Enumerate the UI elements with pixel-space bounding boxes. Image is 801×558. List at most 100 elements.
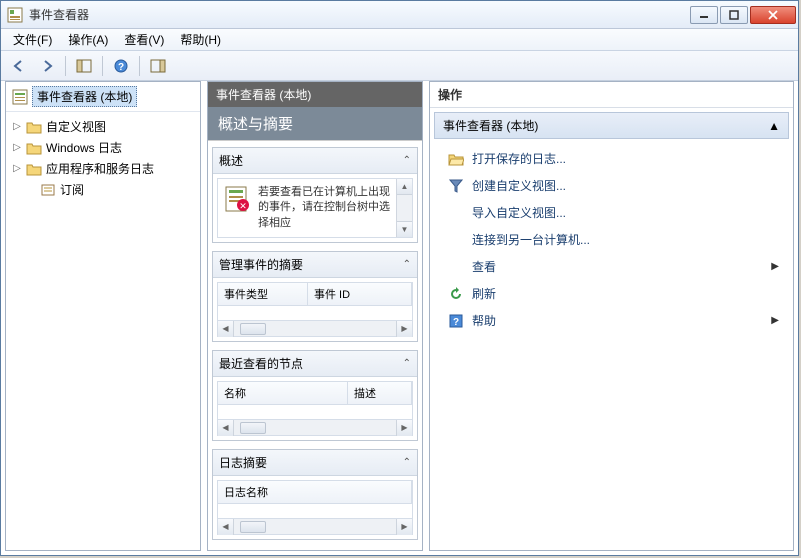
tree-node-windows-logs[interactable]: ▷ Windows 日志 (8, 137, 198, 158)
center-pane: 事件查看器 (本地) 概述与摘要 概述 ⌃ ✕ 若要查看已在计算机上出现的事件，… (207, 81, 423, 551)
actions-group-header[interactable]: 事件查看器 (本地) ▲ (434, 112, 789, 139)
maximize-button[interactable] (720, 6, 748, 24)
tree-label: 订阅 (60, 181, 84, 198)
window-controls (690, 6, 796, 24)
close-button[interactable] (750, 6, 796, 24)
collapse-icon: ⌃ (403, 358, 411, 369)
folder-icon (26, 119, 42, 135)
scroll-down-button[interactable]: ▼ (397, 221, 412, 237)
tree-node-app-service-logs[interactable]: ▷ 应用程序和服务日志 (8, 158, 198, 179)
section-recent-nodes: 最近查看的节点 ⌃ 名称 描述 ◀ (212, 350, 418, 441)
menu-view[interactable]: 查看(V) (116, 29, 172, 50)
section-header-log[interactable]: 日志摘要 ⌃ (213, 450, 417, 476)
section-label: 最近查看的节点 (219, 355, 303, 372)
action-connect-computer[interactable]: 连接到另一台计算机... (434, 226, 789, 253)
tree-node-custom-views[interactable]: ▷ 自定义视图 (8, 116, 198, 137)
collapse-icon: ▲ (768, 119, 780, 133)
col-name[interactable]: 名称 (218, 382, 348, 404)
action-create-custom-view[interactable]: 创建自定义视图... (434, 172, 789, 199)
scroll-up-button[interactable]: ▲ (397, 179, 412, 195)
expand-icon[interactable]: ▷ (12, 143, 22, 153)
collapse-icon: ⌃ (403, 155, 411, 166)
col-event-type[interactable]: 事件类型 (218, 283, 308, 305)
center-body: 概述 ⌃ ✕ 若要查看已在计算机上出现的事件，请在控制台树中选择相应 ▲ ▼ (208, 141, 422, 550)
menu-action[interactable]: 操作(A) (60, 29, 116, 50)
center-title: 概述与摘要 (208, 107, 422, 141)
h-scrollbar[interactable]: ◀ ▶ (218, 518, 412, 534)
section-label: 日志摘要 (219, 454, 267, 471)
tree-node-subscriptions[interactable]: 订阅 (8, 179, 198, 200)
h-scrollbar[interactable]: ◀ ▶ (218, 320, 412, 336)
window-frame: 事件查看器 文件(F) 操作(A) 查看(V) 帮助(H) ? 事件查看器 (本… (0, 0, 799, 556)
menubar: 文件(F) 操作(A) 查看(V) 帮助(H) (1, 29, 798, 51)
toolbar-separator (102, 56, 103, 76)
main-area: 事件查看器 (本地) ▷ 自定义视图 ▷ Windows 日志 ▷ 应用程序和服… (5, 81, 794, 551)
scroll-thumb[interactable] (240, 422, 266, 434)
action-label: 创建自定义视图... (472, 177, 566, 194)
scroll-left-button[interactable]: ◀ (218, 420, 234, 436)
folder-icon (26, 161, 42, 177)
overview-text: 若要查看已在计算机上出现的事件，请在控制台树中选择相应 (258, 185, 406, 231)
action-label: 帮助 (472, 312, 496, 329)
show-hide-action-button[interactable] (146, 55, 170, 77)
tree-label: Windows 日志 (46, 139, 122, 156)
actions-group-label: 事件查看器 (本地) (443, 117, 538, 134)
section-log-summary: 日志摘要 ⌃ 日志名称 ◀ ▶ (212, 449, 418, 540)
blank-icon (448, 205, 464, 221)
help-button[interactable]: ? (109, 55, 133, 77)
scroll-right-button[interactable]: ▶ (396, 420, 412, 436)
app-icon (7, 7, 23, 23)
admin-summary-grid: 事件类型 事件 ID ◀ ▶ (217, 282, 413, 337)
tree-body: ▷ 自定义视图 ▷ Windows 日志 ▷ 应用程序和服务日志 订阅 (6, 112, 200, 204)
open-folder-icon (448, 151, 464, 167)
show-hide-tree-button[interactable] (72, 55, 96, 77)
event-viewer-icon (12, 89, 28, 105)
tree-root[interactable]: 事件查看器 (本地) (6, 82, 200, 112)
col-event-id[interactable]: 事件 ID (308, 283, 412, 305)
scroll-thumb[interactable] (240, 521, 266, 533)
action-refresh[interactable]: 刷新 (434, 280, 789, 307)
center-header: 事件查看器 (本地) (208, 82, 422, 107)
action-view[interactable]: 查看 ▶ (434, 253, 789, 280)
scroll-right-button[interactable]: ▶ (396, 519, 412, 535)
recent-nodes-grid: 名称 描述 ◀ ▶ (217, 381, 413, 436)
tree-pane: 事件查看器 (本地) ▷ 自定义视图 ▷ Windows 日志 ▷ 应用程序和服… (5, 81, 201, 551)
tree-label: 应用程序和服务日志 (46, 160, 154, 177)
scroll-right-button[interactable]: ▶ (396, 321, 412, 337)
expand-icon[interactable]: ▷ (12, 164, 22, 174)
action-label: 查看 (472, 258, 496, 275)
action-open-saved-log[interactable]: 打开保存的日志... (434, 145, 789, 172)
col-desc[interactable]: 描述 (348, 382, 412, 404)
svg-text:?: ? (118, 62, 124, 73)
tree-label: 自定义视图 (46, 118, 106, 135)
section-label: 概述 (219, 152, 243, 169)
minimize-button[interactable] (690, 6, 718, 24)
section-overview: 概述 ⌃ ✕ 若要查看已在计算机上出现的事件，请在控制台树中选择相应 ▲ ▼ (212, 147, 418, 243)
action-help[interactable]: ? 帮助 ▶ (434, 307, 789, 334)
action-label: 打开保存的日志... (472, 150, 566, 167)
submenu-arrow-icon: ▶ (771, 315, 779, 326)
action-label: 导入自定义视图... (472, 204, 566, 221)
section-header-admin[interactable]: 管理事件的摘要 ⌃ (213, 252, 417, 278)
overview-scrollbar[interactable]: ▲ ▼ (396, 179, 412, 237)
titlebar: 事件查看器 (1, 1, 798, 29)
expand-icon[interactable]: ▷ (12, 122, 22, 132)
filter-icon (448, 178, 464, 194)
menu-file[interactable]: 文件(F) (5, 29, 60, 50)
h-scrollbar[interactable]: ◀ ▶ (218, 419, 412, 435)
toolbar-separator (65, 56, 66, 76)
section-header-recent[interactable]: 最近查看的节点 ⌃ (213, 351, 417, 377)
action-import-custom-view[interactable]: 导入自定义视图... (434, 199, 789, 226)
col-log-name[interactable]: 日志名称 (218, 481, 412, 503)
scroll-left-button[interactable]: ◀ (218, 519, 234, 535)
toolbar: ? (1, 51, 798, 81)
actions-pane: 操作 事件查看器 (本地) ▲ 打开保存的日志... 创建自定义视图... 导入… (429, 81, 794, 551)
blank-icon (448, 259, 464, 275)
forward-button[interactable] (35, 55, 59, 77)
back-button[interactable] (7, 55, 31, 77)
collapse-icon: ⌃ (403, 259, 411, 270)
scroll-thumb[interactable] (240, 323, 266, 335)
scroll-left-button[interactable]: ◀ (218, 321, 234, 337)
menu-help[interactable]: 帮助(H) (172, 29, 229, 50)
section-header-overview[interactable]: 概述 ⌃ (213, 148, 417, 174)
